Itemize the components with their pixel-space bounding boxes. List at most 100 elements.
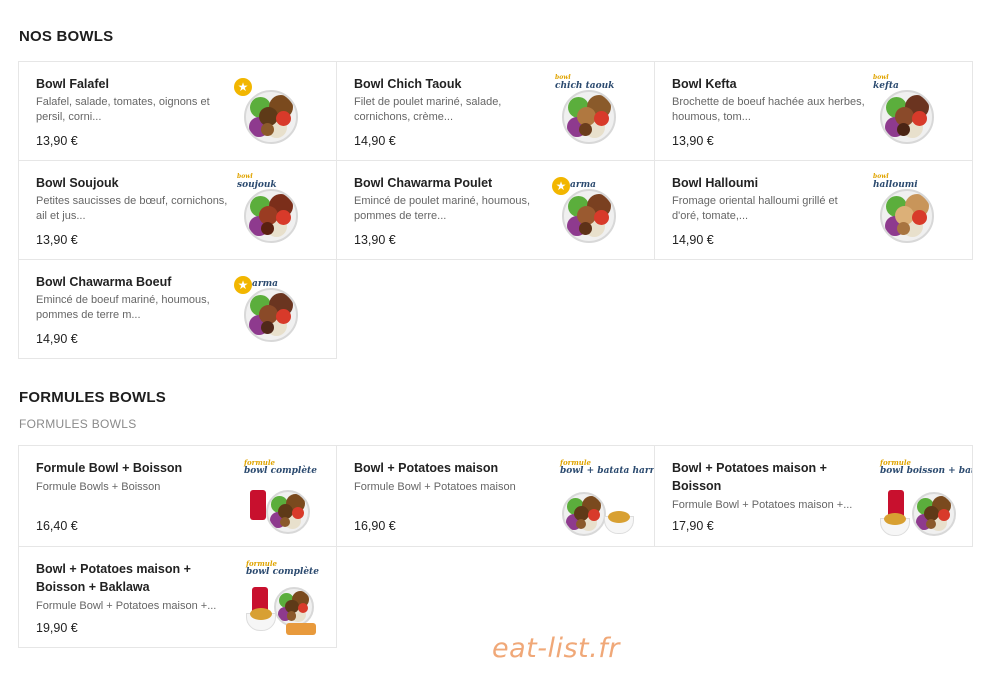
food-piece — [297, 602, 309, 614]
menu-item-card[interactable]: Bowl Chawarma Boeuf Emincé de boeuf mari… — [18, 259, 337, 359]
bowl-logo-tag: bowl kefta — [873, 74, 899, 91]
star-icon: ★ — [234, 78, 252, 96]
section-title-formules: FORMULES BOWLS — [19, 389, 166, 406]
food-piece — [286, 611, 297, 621]
item-image: arma ★ — [552, 171, 632, 251]
formule-logo-tag: formule bowl + batata harra — [560, 458, 655, 476]
menu-item-card[interactable]: Bowl Halloumi Fromage oriental halloumi … — [654, 160, 973, 260]
potatoes-cup — [246, 608, 276, 631]
section-title-bowls: NOS BOWLS — [19, 28, 114, 45]
bowl-logo-tag: arma — [252, 279, 278, 289]
bowl-photo — [244, 90, 298, 144]
formule-logo-tag: formule bowl complète — [244, 458, 317, 476]
food-piece — [276, 111, 291, 126]
item-description: Petites saucisses de bœuf, cornichons, a… — [36, 195, 228, 222]
menu-item-card[interactable]: Bowl + Potatoes maison Formule Bowl + Po… — [336, 445, 655, 547]
item-description: Emincé de poulet mariné, houmous, pommes… — [354, 195, 531, 222]
food-piece — [897, 222, 910, 235]
item-name: Bowl + Potatoes maison — [354, 461, 499, 475]
menu-item-card[interactable]: Bowl Soujouk Petites saucisses de bœuf, … — [18, 160, 337, 260]
baklawa-tray — [286, 623, 316, 635]
item-description: Formule Bowls + Boisson — [36, 481, 161, 493]
food-piece — [276, 210, 291, 225]
food-piece — [897, 123, 910, 136]
item-name: Bowl + Potatoes maison + Boisson — [672, 461, 827, 493]
item-price: 16,40 € — [36, 519, 78, 533]
item-name: Bowl + Potatoes maison + Boisson + Bakla… — [36, 562, 191, 594]
soda-can — [250, 490, 266, 520]
item-image: formulebowl boisson + batata harra — [880, 456, 972, 536]
bowl-photo — [912, 492, 956, 536]
item-name: Bowl Falafel — [36, 77, 109, 91]
food-piece — [261, 321, 274, 334]
food-piece — [588, 509, 600, 522]
item-description: Formule Bowl + Potatoes maison +... — [672, 499, 853, 511]
bowl-photo — [562, 492, 606, 536]
formules-grid: Formule Bowl + Boisson Formule Bowls + B… — [18, 445, 973, 648]
bowl-photo — [880, 189, 934, 243]
item-description: Fromage oriental halloumi grillé et d'or… — [672, 195, 838, 222]
menu-item-card[interactable]: Bowl + Potatoes maison + Boisson + Bakla… — [18, 546, 337, 648]
bowl-photo — [274, 587, 314, 627]
menu-item-card[interactable]: Bowl + Potatoes maison + Boisson Formule… — [654, 445, 973, 547]
item-image: bowl kefta — [870, 72, 950, 152]
food-piece — [912, 111, 927, 126]
food-piece — [594, 111, 609, 126]
item-name: Bowl Chawarma Boeuf — [36, 275, 172, 289]
item-price: 14,90 € — [672, 233, 714, 247]
food-piece — [579, 123, 592, 136]
item-price: 16,90 € — [354, 519, 396, 533]
formule-logo-tag: formule bowl complète — [246, 559, 319, 577]
item-description: Brochette de boeuf hachée aux herbes, ho… — [672, 96, 865, 123]
bowl-photo — [244, 288, 298, 342]
food-piece — [261, 222, 274, 235]
bowl-logo-tag: bowl halloumi — [873, 173, 918, 190]
bowl-photo — [562, 189, 616, 243]
potatoes-cup — [880, 513, 910, 536]
bowl-logo-tag: arma — [570, 180, 596, 190]
bowl-photo — [562, 90, 616, 144]
item-price: 13,90 € — [672, 134, 714, 148]
item-image: ★ — [234, 72, 314, 152]
bowl-logo-tag: bowl soujouk — [237, 173, 277, 190]
food-piece — [579, 222, 592, 235]
menu-item-card[interactable]: Formule Bowl + Boisson Formule Bowls + B… — [18, 445, 337, 547]
bowl-photo — [244, 189, 298, 243]
food-piece — [292, 507, 304, 520]
potatoes-cup — [604, 511, 634, 534]
item-image: formule bowl complète — [244, 456, 318, 536]
item-price: 14,90 € — [36, 332, 78, 346]
star-icon: ★ — [234, 276, 252, 294]
item-image: arma ★ — [234, 270, 314, 350]
item-name: Bowl Soujouk — [36, 176, 119, 190]
menu-item-card[interactable]: Bowl Kefta Brochette de boeuf hachée aux… — [654, 61, 973, 161]
food-piece — [594, 210, 609, 225]
item-image: formule bowl complète — [246, 557, 322, 637]
item-image: bowl chich taouk — [552, 72, 632, 152]
item-name: Bowl Kefta — [672, 77, 737, 91]
food-piece — [938, 509, 950, 522]
menu-item-card[interactable]: Bowl Chawarma Poulet Emincé de poulet ma… — [336, 160, 655, 260]
item-price: 19,90 € — [36, 621, 78, 635]
formule-logo-tag: formulebowl boisson + batata harra — [880, 458, 972, 476]
item-price: 17,90 € — [672, 519, 714, 533]
bowl-photo — [880, 90, 934, 144]
bowl-photo — [266, 490, 310, 534]
bowls-grid: Bowl Falafel Falafel, salade, tomates, o… — [18, 61, 973, 359]
menu-item-card[interactable]: Bowl Chich Taouk Filet de poulet mariné,… — [336, 61, 655, 161]
item-price: 13,90 € — [354, 233, 396, 247]
item-image: bowl halloumi — [870, 171, 950, 251]
bowl-logo-tag: bowl chich taouk — [555, 74, 615, 91]
item-name: Formule Bowl + Boisson — [36, 461, 183, 475]
item-name: Bowl Chich Taouk — [354, 77, 462, 91]
item-description: Emincé de boeuf mariné, houmous, pommes … — [36, 294, 210, 321]
item-description: Filet de poulet mariné, salade, cornicho… — [354, 96, 502, 123]
watermark: eat-list.fr — [492, 633, 620, 664]
food-piece — [912, 210, 927, 225]
section-subtitle-formules: FORMULES BOWLS — [19, 417, 137, 431]
menu-item-card[interactable]: Bowl Falafel Falafel, salade, tomates, o… — [18, 61, 337, 161]
item-description: Falafel, salade, tomates, oignons et per… — [36, 96, 210, 123]
food-piece — [276, 309, 291, 324]
item-price: 13,90 € — [36, 233, 78, 247]
item-price: 14,90 € — [354, 134, 396, 148]
